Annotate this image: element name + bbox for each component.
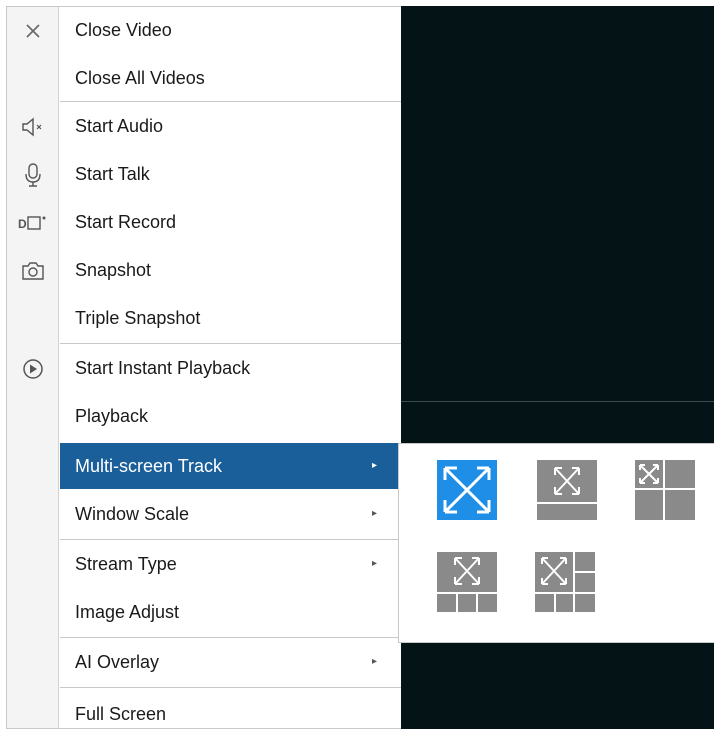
- svg-text:D: D: [18, 217, 27, 231]
- multi-screen-track-submenu: [398, 443, 714, 643]
- menu-item-label: Image Adjust: [75, 602, 180, 622]
- menu-item-label: Playback: [75, 406, 149, 426]
- menu-item-label: Close All Videos: [75, 68, 205, 88]
- menu-item-label: Start Record: [75, 212, 177, 232]
- menu-item-label: AI Overlay: [75, 652, 160, 672]
- close-icon: [15, 16, 51, 46]
- menu-separator: [60, 101, 401, 102]
- microphone-icon: [15, 160, 51, 190]
- menu-separator: [60, 637, 401, 638]
- speaker-muted-icon: [15, 112, 51, 142]
- submenu-arrow-icon: ▸: [372, 558, 378, 569]
- menu-item-label: Window Scale: [75, 504, 190, 524]
- menu-item-label: Snapshot: [75, 260, 152, 280]
- menu-item-label: Start Talk: [75, 164, 150, 184]
- menu-separator: [60, 539, 401, 540]
- menu-item-label: Triple Snapshot: [75, 308, 201, 328]
- main-plus-bottom-layout[interactable]: [537, 460, 597, 520]
- fullscreen-single-layout[interactable]: [437, 460, 497, 520]
- menu-item-stream-type[interactable]: Stream Type ▸: [60, 541, 401, 587]
- record-icon: D: [15, 208, 51, 238]
- main-plus-bottom-three-layout[interactable]: [437, 552, 497, 612]
- main-plus-right-bottom-layout[interactable]: [535, 552, 595, 612]
- menu-item-multi-screen-track[interactable]: Multi-screen Track ▸: [60, 443, 401, 489]
- menu-item-label: Full Screen: [75, 704, 167, 724]
- submenu-arrow-icon: ▸: [372, 508, 378, 519]
- video-divider: [401, 401, 714, 402]
- menu-separator: [60, 687, 401, 688]
- menu-icon-column: D: [7, 7, 59, 728]
- menu-item-full-screen[interactable]: Full Screen: [60, 691, 401, 737]
- menu-item-close-video[interactable]: Close Video: [60, 7, 401, 53]
- menu-separator: [60, 343, 401, 344]
- context-menu: D Close Video Close All Videos Start Aud…: [6, 6, 401, 729]
- play-circle-icon: [15, 354, 51, 384]
- submenu-arrow-icon: ▸: [372, 656, 378, 667]
- menu-item-label: Start Audio: [75, 116, 164, 136]
- menu-item-playback[interactable]: Playback: [60, 393, 401, 439]
- menu-item-window-scale[interactable]: Window Scale ▸: [60, 491, 401, 537]
- menu-item-start-record[interactable]: Start Record: [60, 199, 401, 245]
- menu-item-label: Close Video: [75, 20, 172, 40]
- menu-item-snapshot[interactable]: Snapshot: [60, 247, 401, 293]
- main-plus-grid-layout[interactable]: [635, 460, 695, 520]
- menu-item-triple-snapshot[interactable]: Triple Snapshot: [60, 295, 401, 341]
- submenu-arrow-icon: ▸: [372, 460, 378, 471]
- menu-item-image-adjust[interactable]: Image Adjust: [60, 589, 401, 635]
- menu-item-label: Start Instant Playback: [75, 358, 251, 378]
- camera-icon: [15, 256, 51, 286]
- menu-item-start-instant-playback[interactable]: Start Instant Playback: [60, 345, 401, 391]
- menu-item-label: Multi-screen Track: [75, 456, 223, 476]
- menu-item-ai-overlay[interactable]: AI Overlay ▸: [60, 639, 401, 685]
- menu-item-start-talk[interactable]: Start Talk: [60, 151, 401, 197]
- menu-item-start-audio[interactable]: Start Audio: [60, 103, 401, 149]
- menu-item-label: Stream Type: [75, 554, 177, 574]
- menu-item-close-all-videos[interactable]: Close All Videos: [60, 55, 401, 101]
